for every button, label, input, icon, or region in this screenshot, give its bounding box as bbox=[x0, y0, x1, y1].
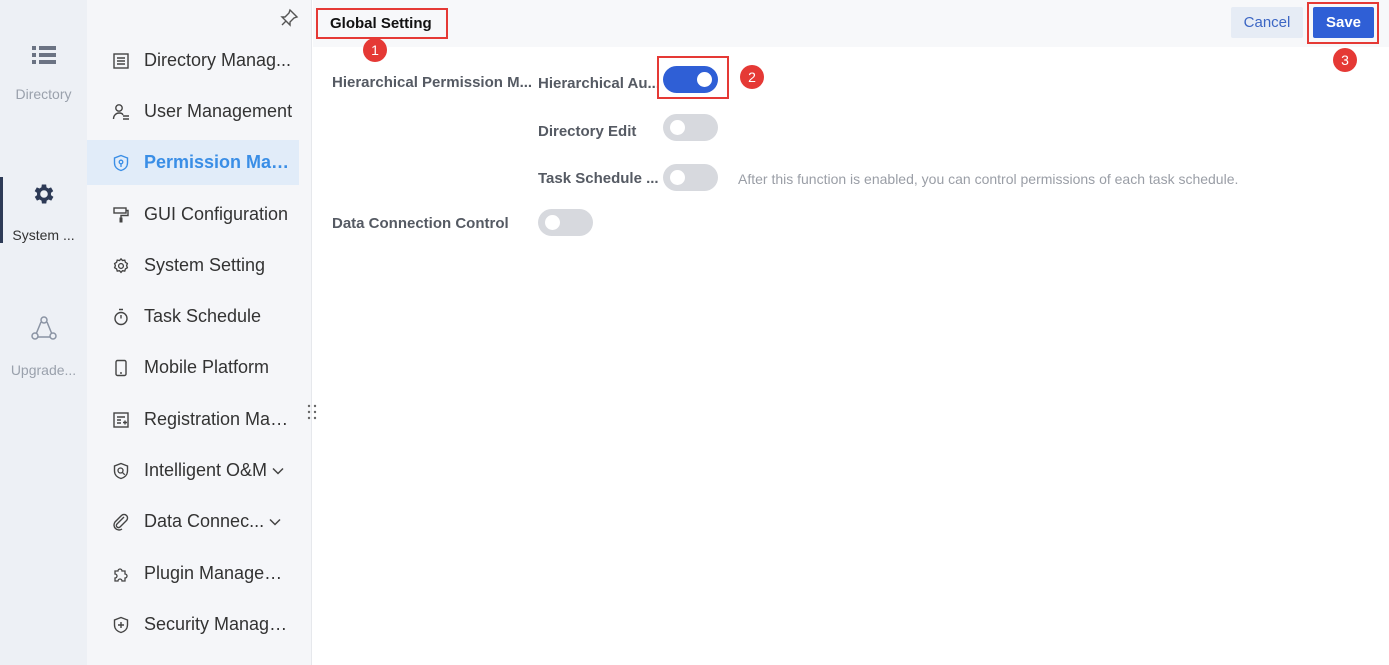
resize-handle[interactable] bbox=[306, 403, 318, 421]
data-connection-label: Data Connection Control bbox=[332, 215, 509, 232]
chevron-down-icon bbox=[269, 518, 281, 526]
rail-item-label: Upgrade... bbox=[10, 362, 77, 378]
nav-item-label: Directory Manag... bbox=[144, 50, 292, 70]
shield-lock-icon bbox=[111, 153, 131, 173]
annotation-badge-3: 3 bbox=[1333, 48, 1357, 72]
task-schedule-label: Task Schedule ... bbox=[538, 170, 659, 187]
paint-roller-icon bbox=[111, 205, 131, 225]
nav-item-gui-configuration[interactable]: GUI Configuration bbox=[87, 192, 299, 237]
annotation-badge-2: 2 bbox=[740, 65, 764, 89]
pin-icon[interactable] bbox=[279, 8, 299, 28]
data-connection-toggle[interactable] bbox=[538, 209, 593, 236]
nav-item-data-connection[interactable]: Data Connec... bbox=[87, 499, 299, 544]
rail-item-upgrade[interactable]: Upgrade... bbox=[0, 316, 87, 378]
cancel-button[interactable]: Cancel bbox=[1231, 7, 1303, 38]
directory-edit-label: Directory Edit bbox=[538, 123, 637, 140]
directory-edit-toggle[interactable] bbox=[663, 114, 718, 141]
content-header: Global Setting bbox=[313, 0, 1389, 47]
puzzle-icon bbox=[111, 564, 131, 584]
timer-icon bbox=[111, 307, 131, 327]
hierarchical-permission-label: Hierarchical Permission M... bbox=[332, 74, 533, 91]
nav-item-security-management[interactable]: Security Manage... bbox=[87, 602, 299, 647]
hierarchical-auth-label: Hierarchical Au... bbox=[538, 75, 660, 92]
nav-item-label: System Setting bbox=[144, 255, 266, 275]
nav-item-label: Registration Man... bbox=[144, 409, 294, 429]
nav-item-user-management[interactable]: User Management bbox=[87, 89, 299, 134]
annotation-box-toggle bbox=[657, 56, 729, 99]
mobile-phone-icon bbox=[111, 358, 131, 378]
user-icon bbox=[111, 102, 131, 122]
document-list-icon bbox=[111, 51, 131, 71]
paperclip-icon bbox=[111, 512, 131, 532]
nav-item-label: User Management bbox=[144, 101, 293, 121]
rail-item-directory[interactable]: Directory bbox=[0, 44, 87, 102]
nav-item-task-schedule[interactable]: Task Schedule bbox=[87, 294, 299, 339]
nav-item-label: Data Connec... bbox=[144, 511, 265, 531]
nav-item-plugin-management[interactable]: Plugin Managem... bbox=[87, 551, 299, 596]
settings-icon bbox=[111, 256, 131, 276]
rail-item-label: System ... bbox=[12, 227, 75, 243]
nav-item-system-setting[interactable]: System Setting bbox=[87, 243, 299, 288]
nav-item-label: Task Schedule bbox=[144, 306, 262, 326]
annotation-box-save bbox=[1307, 2, 1379, 44]
chevron-down-icon bbox=[272, 467, 284, 475]
annotation-box-title bbox=[316, 8, 448, 39]
gear-icon bbox=[34, 184, 53, 204]
nav-item-label: Intelligent O&M bbox=[144, 460, 268, 480]
rail-item-system[interactable]: System ... bbox=[0, 177, 87, 243]
toggle-knob bbox=[670, 170, 685, 185]
task-schedule-toggle[interactable] bbox=[663, 164, 718, 191]
nav-item-label: Plugin Managem... bbox=[144, 563, 294, 583]
nav-item-label: Security Manage... bbox=[144, 614, 294, 634]
toggle-knob bbox=[545, 215, 560, 230]
nav-item-intelligent-om[interactable]: Intelligent O&M bbox=[87, 448, 299, 493]
nav-item-directory-management[interactable]: Directory Manag... bbox=[87, 38, 299, 83]
toggle-knob bbox=[670, 120, 685, 135]
secondary-nav: Directory Manag... User Management Permi… bbox=[87, 0, 312, 665]
shield-search-icon bbox=[111, 461, 131, 481]
left-rail: Directory System ... Upgrade... bbox=[0, 0, 87, 665]
nav-item-permission-management[interactable]: Permission Man... bbox=[87, 140, 299, 185]
share-nodes-icon bbox=[30, 316, 57, 340]
nav-item-registration-management[interactable]: Registration Man... bbox=[87, 397, 299, 442]
shield-plus-icon bbox=[111, 615, 131, 635]
task-schedule-hint: After this function is enabled, you can … bbox=[738, 171, 1239, 187]
nav-item-label: Permission Man... bbox=[144, 152, 294, 172]
list-icon bbox=[31, 46, 56, 64]
nav-item-label: GUI Configuration bbox=[144, 204, 289, 224]
register-form-icon bbox=[111, 410, 131, 430]
annotation-badge-1: 1 bbox=[363, 38, 387, 62]
nav-item-label: Mobile Platform bbox=[144, 357, 270, 377]
rail-item-label: Directory bbox=[15, 86, 72, 102]
nav-item-mobile-platform[interactable]: Mobile Platform bbox=[87, 345, 299, 390]
